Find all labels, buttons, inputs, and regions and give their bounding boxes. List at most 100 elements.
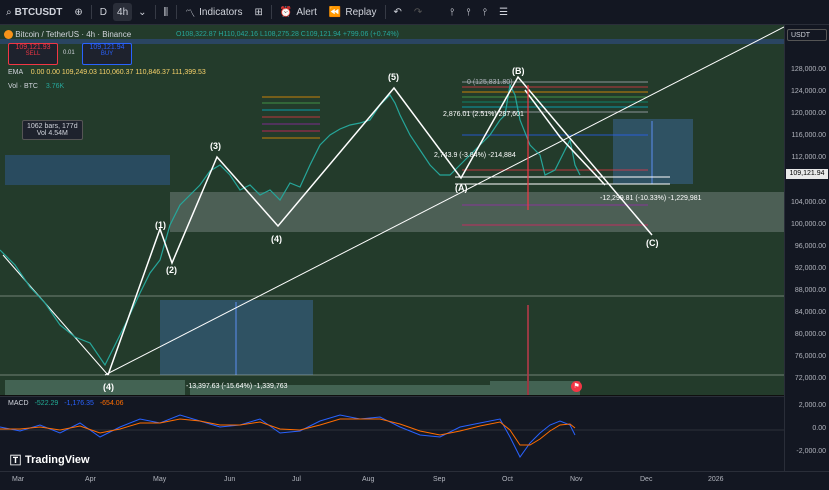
time-tick: Oct [502,476,513,483]
chevron-down-icon: ⌄ [138,6,147,18]
btc-logo-icon [4,30,13,40]
bars-volume: Vol 4.54M [36,130,68,137]
price-axis[interactable]: USDT 128,000.00 124,000.00 120,000.00 11… [784,25,829,471]
price-tick: 96,000.00 [794,243,826,250]
redo-button[interactable]: ↷ [408,0,428,24]
chart-type-button[interactable]: ⫼ [158,0,175,24]
time-tick: Jun [224,476,236,483]
ema-label: EMA [8,69,23,76]
price-tick: 88,000.00 [794,287,826,294]
measure-big-label: -13,397.63 (-15.64%) -1,339,763 [186,383,288,390]
tradingview-logo[interactable]: 🅃 TradingView [10,452,90,468]
undo-icon: ↶ [393,6,402,18]
price-tick: 100,000.00 [790,221,826,228]
interval-d-button[interactable]: D [94,0,113,24]
vol-legend: Vol · BTC 3.76K [8,83,64,90]
draw-tool-4[interactable]: ☰ [493,0,514,24]
ruler-icon: ⫯ [482,6,488,18]
vol-label: Vol · BTC [8,83,38,90]
indicators-button[interactable]: 〽 Indicators [179,0,248,24]
price-tick: 124,000.00 [790,88,826,95]
currency-selector[interactable]: USDT [787,29,827,41]
macd-tick: -2,000.00 [796,448,826,455]
templates-button[interactable]: ⊞ [249,0,269,24]
tv-logo-icon: 🅃 [10,455,21,467]
alarm-icon: ⏰ [279,6,293,18]
price-tick: 128,000.00 [790,66,826,73]
wave-a-label: (A) [455,183,468,193]
time-axis[interactable]: Mar Apr May Jun Jul Aug Sep Oct Nov Dec … [0,471,829,490]
wave-c-label: (C) [646,238,659,248]
event-marker[interactable]: ⚑ [571,381,582,392]
top-toolbar: ⌕ BTCUSDT ⊕ D 4h ⌄ ⫼ 〽 Indicators ⊞ ⏰ Al… [0,0,829,25]
wave-2-label: (2) [166,265,177,275]
ohlc-values: O108,322.87 H110,042.16 L108,275.28 C109… [176,31,399,38]
vol-value: 3.76K [45,83,65,90]
replay-button[interactable]: ⏪ Replay [323,0,383,24]
wave-3-label: (3) [210,141,221,151]
wave-1-label: (1) [155,220,166,230]
main-chart-pane[interactable]: Bitcoin / TetherUS · 4h · Binance O108,3… [0,25,784,395]
time-tick: Sep [433,476,446,483]
price-tick: 104,000.00 [790,199,826,206]
search-icon: ⌕ [6,6,12,18]
bars-count: 1062 bars, 177d [27,123,78,130]
buy-label: BUY [100,51,114,57]
draw-tool-2[interactable]: ⫯ [460,0,476,24]
fib-top-label: 0 (125,831.80) [467,79,513,86]
chart-title: Bitcoin / TetherUS · 4h · Binance [4,30,132,40]
time-tick: Nov [570,476,583,483]
add-symbol-button[interactable]: ⊕ [68,0,88,24]
grid-icon: ⊞ [254,6,263,18]
redo-icon: ↷ [413,6,423,18]
macd-legend: MACD -522.29 -1,176.35 -654.06 [8,400,124,407]
macd-pane[interactable]: MACD -522.29 -1,176.35 -654.06 🅃 Trading… [0,396,784,472]
fib-icon: ⫯ [466,6,471,18]
price-tick: 120,000.00 [790,110,826,117]
sell-button[interactable]: 109,121.93 SELL [8,43,58,65]
macd-tick: 0.00 [812,425,826,432]
ema-legend: EMA 0.00 0.00 109,249.03 110,060.37 110,… [8,69,206,76]
interval-4h-button[interactable]: 4h [113,3,133,21]
spread-value: 0.01 [63,50,75,56]
time-tick: May [153,476,167,483]
indicators-label: Indicators [199,6,243,18]
time-tick: Mar [12,476,25,483]
macd-signal-value: -654.06 [99,400,124,407]
price-tick: 84,000.00 [794,309,826,316]
buy-button[interactable]: 109,121.94 BUY [82,43,132,65]
symbol-search-button[interactable]: ⌕ BTCUSDT [0,0,68,24]
pitchfork-icon: ⫯ [450,6,455,18]
time-tick: Aug [362,476,375,483]
macd-tick: 2,000.00 [798,402,826,409]
draw-tool-1[interactable]: ⫯ [444,0,460,24]
price-tick: 76,000.00 [794,353,826,360]
plus-circle-icon: ⊕ [74,6,83,18]
price-tick: 116,000.00 [791,132,826,139]
macd-line-value: -1,176.35 [64,400,94,407]
measure-small-label: -12,299.81 (-10.33%) -1,229,981 [600,195,702,202]
replay-label: Replay [345,6,377,18]
alert-button[interactable]: ⏰ Alert [274,0,323,24]
alert-label: Alert [296,6,317,18]
interval-dropdown[interactable]: ⌄ [132,0,152,24]
current-price-label: 109,121.94 [786,169,828,179]
price-tick: 80,000.00 [794,331,826,338]
event-icon: ⚑ [573,383,580,390]
lines-icon: ☰ [499,6,509,18]
time-tick: Dec [640,476,653,483]
symbol-title: Bitcoin / TetherUS · 4h · Binance [15,30,132,39]
wave-5-label: (5) [388,72,399,82]
price-tick: 112,000.00 [791,154,826,161]
time-tick: Apr [85,476,96,483]
macd-hist-value: -522.29 [34,400,59,407]
undo-button[interactable]: ↶ [388,0,408,24]
symbol-label: BTCUSDT [14,6,63,18]
measure-b-label: 2,876.01 (2.51%) 287,601 [443,111,524,118]
sell-price: 109,121.93 [15,44,51,51]
ema-values: 0.00 0.00 109,249.03 110,060.37 110,846.… [30,69,206,76]
draw-tool-3[interactable]: ⫯ [477,0,493,24]
macd-drawing [0,414,784,458]
rewind-icon: ⏪ [328,6,342,18]
sell-label: SELL [25,51,41,57]
